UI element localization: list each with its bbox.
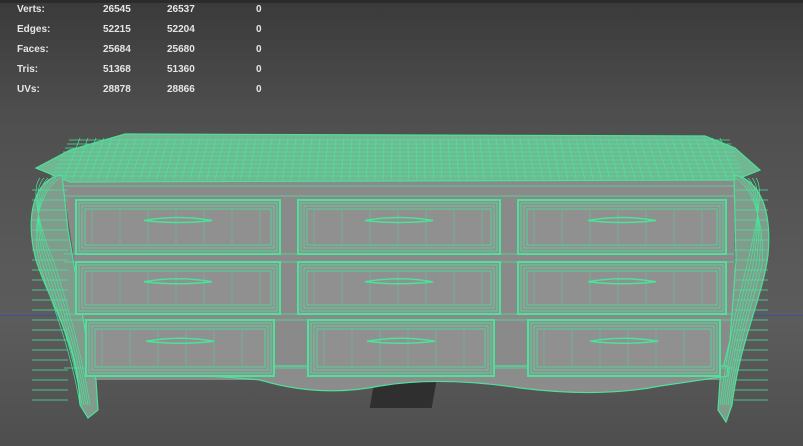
drawer-front	[517, 199, 727, 255]
hud-value: 0	[256, 24, 262, 35]
poly-count-hud: Verts: 26545 26537 0 Edges: 52215 52204 …	[17, 4, 277, 104]
hud-value: 25680	[167, 44, 195, 55]
hud-value: 51360	[167, 64, 195, 75]
hud-label: UVs:	[17, 84, 40, 95]
hud-row-edges: Edges: 52215 52204 0	[17, 24, 277, 44]
drawer-front	[75, 261, 281, 315]
drawer-front	[527, 319, 721, 377]
drawer-front	[297, 199, 501, 255]
hud-value: 25684	[103, 44, 131, 55]
hud-value: 28878	[103, 84, 131, 95]
hud-row-faces: Faces: 25684 25680 0	[17, 44, 277, 64]
drawer-front	[85, 319, 275, 377]
hud-row-verts: Verts: 26545 26537 0	[17, 4, 277, 24]
dresser-top	[34, 133, 762, 183]
drawer-front	[75, 199, 281, 255]
hud-value: 26537	[167, 4, 195, 15]
hud-value: 52215	[103, 24, 131, 35]
hud-label: Edges:	[17, 24, 51, 35]
hud-label: Tris:	[17, 64, 39, 75]
3d-viewport[interactable]: Verts: 26545 26537 0 Edges: 52215 52204 …	[0, 0, 803, 446]
hud-row-uvs: UVs: 28878 28866 0	[17, 84, 277, 104]
hud-value: 0	[256, 64, 262, 75]
drawer-front	[307, 319, 495, 377]
hud-value: 0	[256, 4, 262, 15]
drawer-grid	[75, 199, 727, 377]
hud-value: 52204	[167, 24, 195, 35]
hud-value: 28866	[167, 84, 195, 95]
hud-value: 51368	[103, 64, 131, 75]
hud-value: 0	[256, 84, 262, 95]
drawer-front	[297, 261, 501, 315]
drawer-front	[517, 261, 727, 315]
hud-value: 0	[256, 44, 262, 55]
hud-label: Verts:	[17, 4, 45, 15]
hud-label: Faces:	[17, 44, 49, 55]
hud-row-tris: Tris: 51368 51360 0	[17, 64, 277, 84]
hud-value: 26545	[103, 4, 131, 15]
